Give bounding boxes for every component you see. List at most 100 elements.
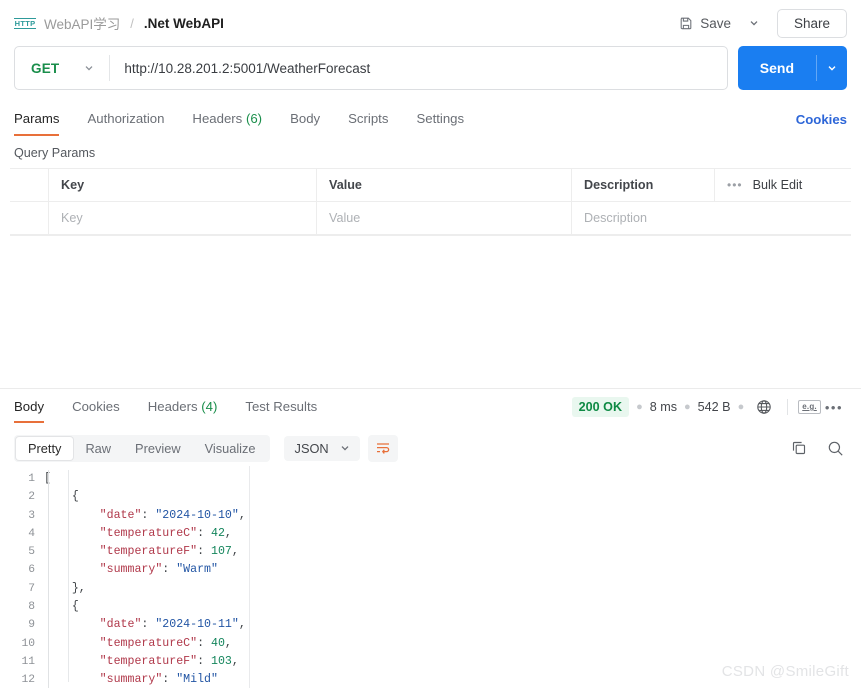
response-more-icon[interactable]: •••	[821, 400, 847, 415]
bulk-edit-button[interactable]: ••• Bulk Edit	[715, 169, 851, 201]
response-tab-headers[interactable]: Headers (4)	[134, 389, 232, 425]
param-value-input[interactable]: Value	[317, 202, 572, 234]
token-punc: :	[141, 618, 155, 631]
tab-settings[interactable]: Settings	[402, 102, 478, 136]
token-key: "summary"	[100, 673, 163, 686]
token-key: "date"	[100, 509, 142, 522]
param-key-input[interactable]: Key	[49, 202, 317, 234]
chevron-down-icon	[748, 17, 760, 29]
topbar: HTTP WebAPI学习 / .Net WebAPI Save Share	[0, 0, 861, 46]
token-key: "temperatureC"	[100, 637, 197, 650]
response-body-code[interactable]: 123456789101112 [ { "date": "2024-10-10"…	[0, 466, 861, 688]
breadcrumb-current[interactable]: .Net WebAPI	[144, 16, 224, 31]
code-line: "date": "2024-10-10",	[44, 507, 861, 525]
url-input[interactable]	[110, 61, 726, 76]
format-visualize[interactable]: Visualize	[193, 437, 268, 460]
token-key: "temperatureF"	[100, 655, 197, 668]
tab-body[interactable]: Body	[276, 102, 334, 136]
chevron-down-icon	[826, 62, 838, 74]
token-punc: ,	[239, 509, 246, 522]
tab-authorization[interactable]: Authorization	[73, 102, 178, 136]
response-tab-cookies[interactable]: Cookies	[58, 389, 134, 425]
tab-body-label: Body	[290, 111, 320, 126]
code-line: {	[44, 488, 861, 506]
line-number: 7	[0, 580, 44, 598]
select-all-cell[interactable]	[10, 169, 49, 201]
row-checkbox-cell[interactable]	[10, 202, 49, 234]
postman-window: HTTP WebAPI学习 / .Net WebAPI Save Share G…	[0, 0, 861, 688]
tab-params[interactable]: Params	[14, 102, 73, 136]
response-tab-body[interactable]: Body	[14, 389, 58, 425]
copy-button[interactable]	[787, 436, 811, 460]
token-num: 103	[211, 655, 232, 668]
token-str: "2024-10-11"	[155, 618, 239, 631]
table-row: Key Value Description	[10, 202, 851, 235]
line-number: 10	[0, 635, 44, 653]
query-params-title: Query Params	[0, 136, 861, 168]
line-number: 8	[0, 598, 44, 616]
format-group: Pretty Raw Preview Visualize	[14, 435, 270, 462]
url-box: GET	[14, 46, 728, 90]
globe-icon[interactable]	[751, 395, 777, 419]
token-punc: :	[197, 655, 211, 668]
token-punc: {	[72, 600, 79, 613]
token-punc: ,	[225, 527, 232, 540]
token-key: "date"	[100, 618, 142, 631]
response-meta: 200 OK ● 8 ms ● 542 B ● e.g. •••	[572, 395, 847, 419]
code-line: "temperatureF": 103,	[44, 653, 861, 671]
wrap-lines-icon	[375, 440, 391, 456]
token-str: "Warm"	[176, 563, 218, 576]
ellipsis-icon[interactable]: •••	[727, 178, 743, 192]
bulk-edit-label: Bulk Edit	[753, 178, 803, 192]
method-label: GET	[31, 61, 59, 76]
response-tab-headers-count: (4)	[201, 399, 217, 414]
code-line: "summary": "Mild"	[44, 671, 861, 688]
request-tabs: Params Authorization Headers (6) Body Sc…	[0, 102, 861, 136]
response-tab-cookies-label: Cookies	[72, 399, 120, 414]
column-header-key: Key	[49, 169, 317, 201]
response-tabs: Body Cookies Headers (4) Test Results 20…	[0, 389, 861, 425]
line-number: 11	[0, 653, 44, 671]
token-key: "temperatureF"	[100, 545, 197, 558]
floppy-disk-icon	[679, 16, 693, 30]
format-raw[interactable]: Raw	[73, 437, 123, 460]
column-header-description: Description	[572, 169, 715, 201]
line-number-gutter: 123456789101112	[0, 466, 44, 688]
response-tab-test-results-label: Test Results	[245, 399, 317, 414]
response-tab-body-label: Body	[14, 399, 44, 414]
method-selector[interactable]: GET	[15, 47, 109, 89]
response-body-actions	[787, 436, 847, 460]
tab-scripts[interactable]: Scripts	[334, 102, 402, 136]
line-number: 12	[0, 671, 44, 688]
format-pretty[interactable]: Pretty	[16, 437, 73, 460]
send-button[interactable]: Send	[738, 46, 816, 90]
topbar-actions: Save Share	[669, 9, 847, 38]
tab-authorization-label: Authorization	[87, 111, 164, 126]
fold-guide-level-2	[68, 470, 69, 682]
code-line: {	[44, 598, 861, 616]
cookies-link[interactable]: Cookies	[796, 112, 847, 127]
save-button[interactable]: Save	[669, 10, 741, 37]
search-button[interactable]	[823, 436, 847, 460]
token-punc: ,	[225, 637, 232, 650]
code-line: "temperatureC": 40,	[44, 635, 861, 653]
tab-headers[interactable]: Headers (6)	[178, 102, 276, 136]
language-selector[interactable]: JSON	[284, 436, 360, 461]
response-tab-test-results[interactable]: Test Results	[231, 389, 331, 425]
line-number: 6	[0, 561, 44, 579]
language-label: JSON	[295, 441, 329, 456]
line-number: 4	[0, 525, 44, 543]
breadcrumb-workspace[interactable]: WebAPI学习	[44, 13, 120, 33]
meta-dot-2: ●	[684, 401, 691, 413]
token-punc: ,	[232, 655, 239, 668]
response-time: 8 ms	[650, 400, 677, 414]
format-preview[interactable]: Preview	[123, 437, 193, 460]
token-key: "temperatureC"	[100, 527, 197, 540]
send-options-caret[interactable]	[817, 46, 847, 90]
param-description-input[interactable]: Description	[572, 202, 851, 234]
wrap-lines-button[interactable]	[368, 435, 398, 462]
save-options-caret[interactable]	[741, 9, 767, 37]
token-punc: ,	[239, 618, 246, 631]
e-g-icon[interactable]: e.g.	[798, 400, 821, 414]
share-button[interactable]: Share	[777, 9, 847, 38]
